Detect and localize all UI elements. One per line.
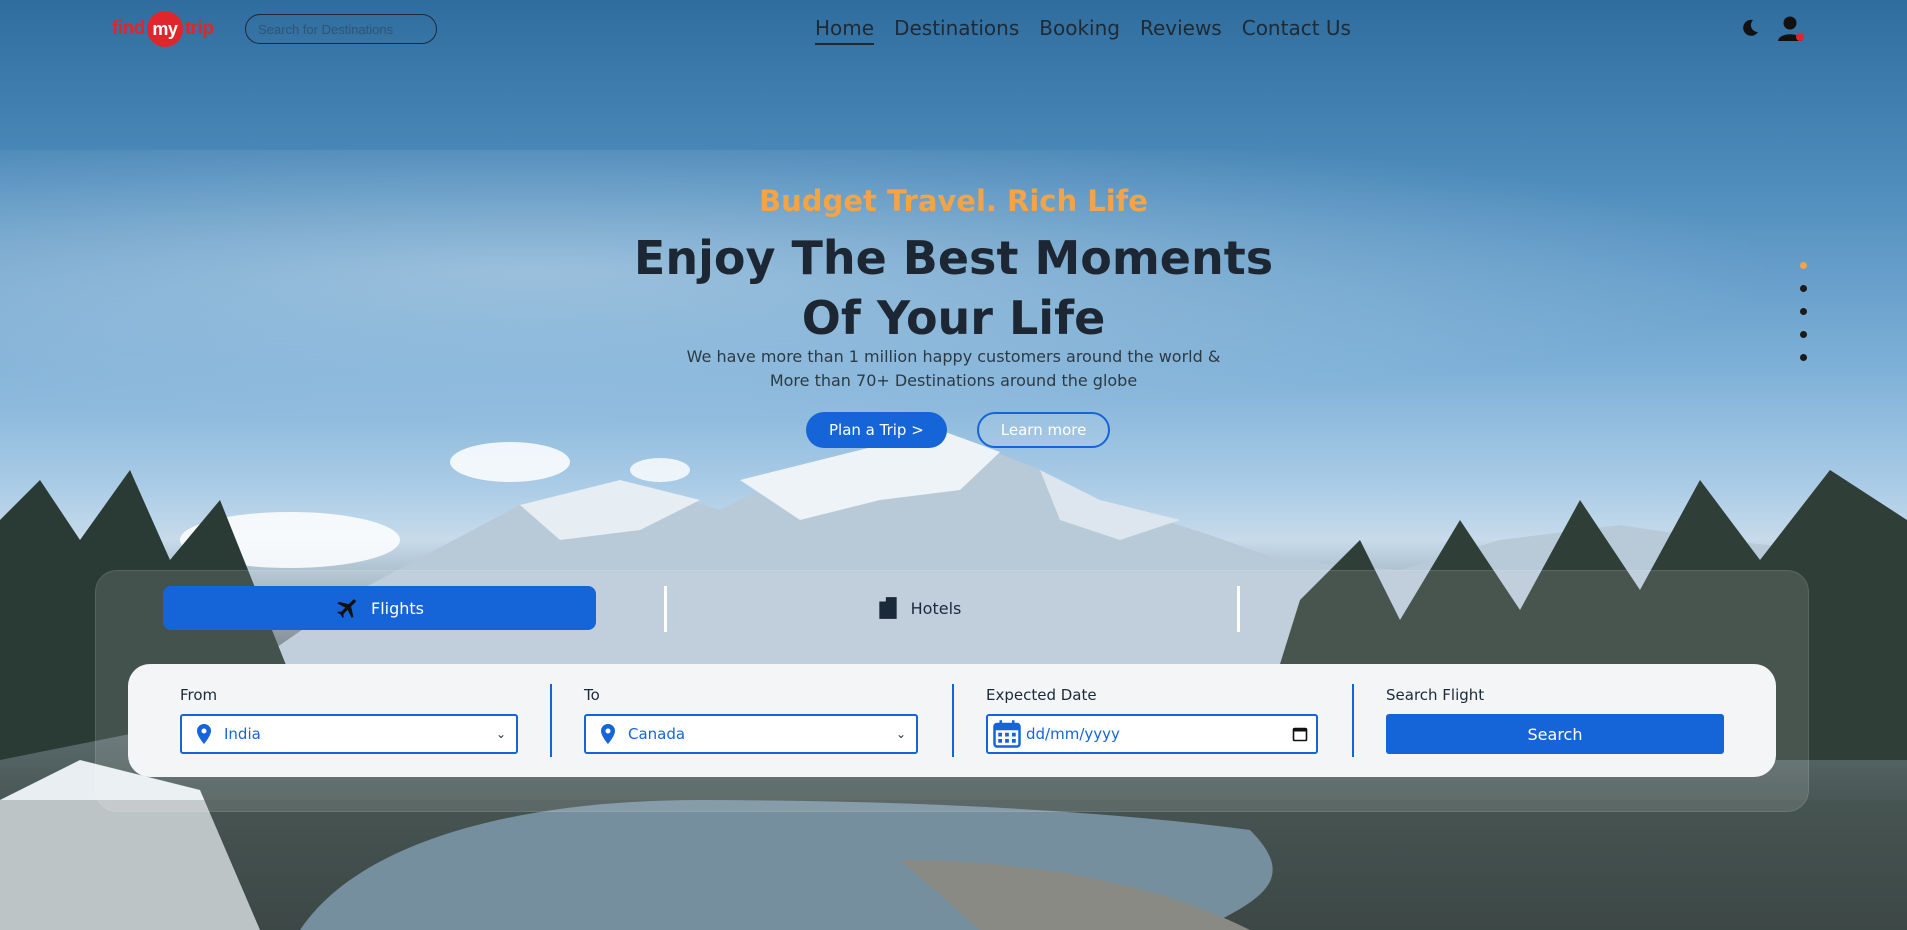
nav-destinations[interactable]: Destinations: [894, 16, 1019, 45]
hero-tagline: Budget Travel. Rich Life: [759, 184, 1148, 218]
dark-mode-moon-icon[interactable]: [1740, 18, 1760, 38]
logo-text-my: my: [146, 11, 183, 47]
hero-headline: Enjoy The Best Moments Of Your Life: [0, 228, 1907, 348]
field-divider: [550, 684, 552, 757]
logo-text-trip: trip: [184, 18, 214, 39]
calendar-picker-icon[interactable]: [1292, 726, 1308, 742]
tab-hotels-label: Hotels: [910, 598, 962, 618]
booking-tabs: Flights Hotels: [163, 586, 1803, 632]
tab-flights-label: Flights: [371, 598, 424, 618]
headline-line-1: Enjoy The Best Moments: [633, 231, 1274, 285]
to-label: To: [584, 686, 600, 704]
calendar-icon: [993, 720, 1021, 748]
location-pin-icon: [197, 724, 211, 744]
destination-search-input[interactable]: [245, 14, 437, 44]
search-button[interactable]: Search: [1386, 714, 1724, 754]
location-pin-icon: [601, 724, 615, 744]
from-value: India: [224, 725, 261, 743]
tab-hotels[interactable]: Hotels: [718, 586, 1118, 630]
subtext-line-2: More than 70+ Destinations around the gl…: [769, 371, 1138, 390]
hotel-building-icon: [878, 597, 897, 619]
to-value: Canada: [628, 725, 686, 743]
nav-booking[interactable]: Booking: [1039, 16, 1120, 45]
field-divider: [952, 684, 954, 757]
plan-trip-button[interactable]: Plan a Trip >: [806, 412, 947, 448]
main-nav: Home Destinations Booking Reviews Contac…: [815, 16, 1351, 45]
plane-icon: [337, 599, 356, 618]
chevron-down-icon: ⌄: [495, 727, 506, 741]
flight-search-form: From India ⌄ To Canada ⌄ Expected Date d…: [128, 664, 1776, 777]
learn-more-button[interactable]: Learn more: [976, 412, 1111, 448]
subtext-line-1: We have more than 1 million happy custom…: [686, 347, 1221, 366]
logo-text-find: find: [112, 18, 145, 39]
search-field: Search Flight Search: [1386, 686, 1724, 754]
from-select[interactable]: India ⌄: [180, 714, 518, 754]
tab-divider: [664, 586, 667, 632]
field-divider: [1352, 684, 1354, 757]
hero-buttons: Plan a Trip > Learn more: [806, 412, 1111, 448]
nav-contact-us[interactable]: Contact Us: [1242, 16, 1351, 45]
date-label: Expected Date: [986, 686, 1097, 704]
from-field: From India ⌄: [180, 686, 518, 754]
date-placeholder: dd/mm/yyyy: [1026, 725, 1120, 743]
date-field: Expected Date dd/mm/yyyy: [986, 686, 1318, 754]
tab-third-option[interactable]: [1290, 586, 1670, 630]
nav-home[interactable]: Home: [815, 16, 875, 45]
user-account-icon[interactable]: [1776, 14, 1806, 44]
to-field: To Canada ⌄: [584, 686, 918, 754]
search-flight-label: Search Flight: [1386, 686, 1485, 704]
chevron-down-icon: ⌄: [895, 727, 906, 741]
tab-divider: [1237, 586, 1240, 632]
nav-reviews[interactable]: Reviews: [1140, 16, 1222, 45]
hero-subtext: We have more than 1 million happy custom…: [0, 345, 1907, 393]
brand-logo[interactable]: find my trip: [112, 11, 214, 47]
from-label: From: [180, 686, 218, 704]
top-navbar: find my trip Home Destinations Booking R…: [0, 0, 1907, 60]
headline-line-2: Of Your Life: [801, 291, 1106, 345]
tab-flights[interactable]: Flights: [163, 586, 596, 630]
date-input[interactable]: dd/mm/yyyy: [986, 714, 1318, 754]
to-select[interactable]: Canada ⌄: [584, 714, 918, 754]
